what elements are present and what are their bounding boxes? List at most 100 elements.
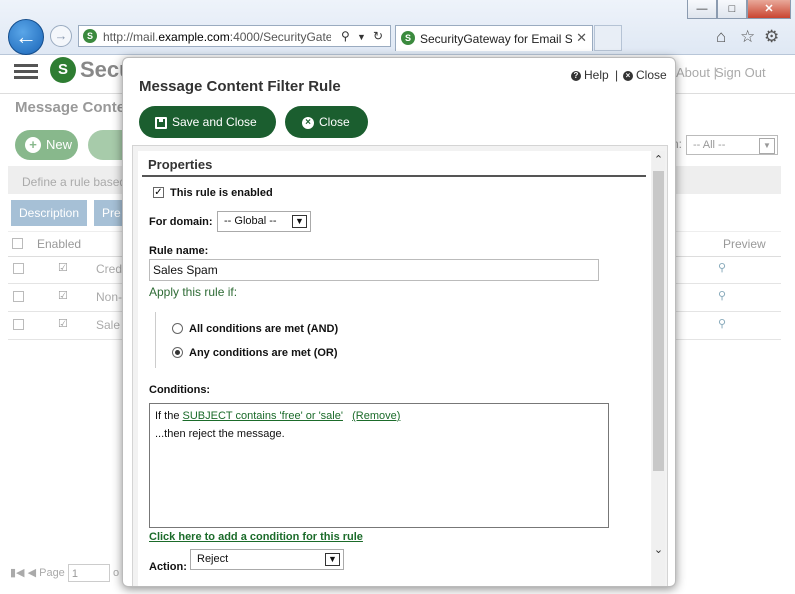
link-separator: | xyxy=(615,68,619,82)
help-label: Help xyxy=(584,68,609,82)
page-label: Page xyxy=(39,566,65,579)
brand-logo-icon: S xyxy=(50,57,76,83)
action-select[interactable]: Reject ▼ xyxy=(190,549,344,570)
info-text: Define a rule based xyxy=(22,175,127,189)
hamburger-menu-icon[interactable] xyxy=(14,61,38,82)
conditions-label: Conditions: xyxy=(149,384,211,396)
prev-page-icon[interactable]: ◀ xyxy=(28,567,36,579)
home-icon[interactable]: ⌂ xyxy=(716,27,726,47)
condition-prefix: If the xyxy=(155,410,183,422)
site-favicon-icon: S xyxy=(83,29,97,43)
condition-link[interactable]: SUBJECT contains 'free' or 'sale' xyxy=(183,410,343,422)
scroll-up-icon[interactable]: ⌃ xyxy=(652,153,665,167)
all-conditions-label: All conditions are met (AND) xyxy=(189,323,339,335)
chevron-down-icon: ▼ xyxy=(759,138,775,154)
preview-magnifier-icon[interactable]: ⚲ xyxy=(718,289,726,302)
save-and-close-label: Save and Close xyxy=(172,115,257,129)
condition-mode-group: All conditions are met (AND) Any conditi… xyxy=(155,312,646,368)
sign-out-link[interactable]: Sign Out xyxy=(715,65,766,80)
column-preview[interactable]: Preview xyxy=(723,237,766,251)
section-title: Properties xyxy=(148,157,213,172)
domain-label: For domain: xyxy=(149,216,213,228)
minimize-button[interactable]: — xyxy=(687,0,717,19)
apply-rule-label: Apply this rule if: xyxy=(149,285,238,299)
maximize-button[interactable]: □ xyxy=(717,0,747,19)
filter-rule-dialog: Message Content Filter Rule ? Help | × Clo… xyxy=(122,57,676,587)
refresh-icon[interactable]: ↻ xyxy=(373,29,383,43)
save-and-close-button[interactable]: Save and Close xyxy=(139,106,276,138)
close-link[interactable]: × Close xyxy=(623,68,667,82)
new-button-label: New xyxy=(46,137,73,152)
arrow-left-icon: ← xyxy=(15,24,37,49)
rule-name: Non- xyxy=(96,290,123,304)
close-link-label: Close xyxy=(636,68,667,82)
address-bar[interactable]: S http://mail.example.com:4000/SecurityG… xyxy=(78,25,391,47)
scrollbar[interactable]: ⌃ ⌄ xyxy=(652,151,665,586)
save-disk-icon xyxy=(155,116,167,129)
url-rest: :4000/SecurityGatew xyxy=(229,30,331,44)
row-checkbox[interactable] xyxy=(13,291,24,302)
enabled-check-icon: ☑ xyxy=(58,262,68,274)
url-prefix: http://mail. xyxy=(103,30,159,44)
section-divider xyxy=(142,175,646,177)
browser-chrome: — □ ✕ ← → S http://mail.example.com:4000… xyxy=(0,0,795,55)
search-icon[interactable]: ⚲ xyxy=(341,29,350,43)
page-of-label: o xyxy=(112,566,120,579)
any-conditions-label: Any conditions are met (OR) xyxy=(189,347,338,359)
radio-any-conditions[interactable] xyxy=(172,347,183,358)
condition-line: If the SUBJECT contains 'free' or 'sale'… xyxy=(155,410,400,422)
domain-value: -- Global -- xyxy=(224,215,277,227)
rule-name-input[interactable]: Sales Spam xyxy=(149,259,599,281)
settings-gear-icon[interactable]: ⚙ xyxy=(764,27,779,47)
browser-tab[interactable]: S SecurityGateway for Email S... ✕ xyxy=(395,25,593,51)
page-title: Message Conte xyxy=(15,99,126,116)
tab-description[interactable]: Description xyxy=(11,200,88,226)
properties-pane: Properties ✓ This rule is enabled For do… xyxy=(138,151,651,586)
preview-magnifier-icon[interactable]: ⚲ xyxy=(718,317,726,330)
condition-then: ...then reject the message. xyxy=(155,428,285,440)
preview-magnifier-icon[interactable]: ⚲ xyxy=(718,261,726,274)
add-condition-link[interactable]: Click here to add a condition for this r… xyxy=(149,531,363,543)
tab-close-icon[interactable]: ✕ xyxy=(576,30,587,46)
back-button[interactable]: ← xyxy=(8,19,44,55)
chevron-down-icon: ▼ xyxy=(325,553,340,566)
rule-name-label: Rule name: xyxy=(149,245,209,257)
plus-icon: + xyxy=(25,137,41,153)
window-close-button[interactable]: ✕ xyxy=(747,0,791,19)
about-link[interactable]: About | xyxy=(676,65,717,80)
remove-condition-link[interactable]: (Remove) xyxy=(352,410,400,422)
brand: S Secu xyxy=(50,57,133,83)
action-value: Reject xyxy=(197,553,229,565)
chevron-down-icon: ▼ xyxy=(292,215,307,228)
tab-favicon-icon: S xyxy=(401,31,415,45)
first-page-icon[interactable]: ▮◀ xyxy=(10,567,25,579)
enabled-check-icon: ☑ xyxy=(58,290,68,302)
rule-name: Sale xyxy=(96,318,121,332)
pager: ▮◀ ◀ Page 1 o xyxy=(10,564,119,582)
help-icon: ? xyxy=(571,70,581,81)
filter-select[interactable]: -- All -- ▼ xyxy=(686,135,778,155)
close-button[interactable]: × Close xyxy=(285,106,368,138)
url-text[interactable]: http://mail.example.com:4000/SecurityGat… xyxy=(103,30,331,44)
domain-select[interactable]: -- Global -- ▼ xyxy=(217,211,311,232)
forward-button[interactable]: → xyxy=(50,25,72,47)
url-host: example.com xyxy=(158,30,230,44)
new-button[interactable]: + New xyxy=(15,130,78,160)
row-checkbox[interactable] xyxy=(13,319,24,330)
radio-all-conditions[interactable] xyxy=(172,323,183,334)
enabled-checkbox[interactable]: ✓ xyxy=(153,187,164,198)
conditions-box: If the SUBJECT contains 'free' or 'sale'… xyxy=(149,403,609,528)
row-checkbox[interactable] xyxy=(13,263,24,274)
new-tab-button[interactable] xyxy=(594,25,622,51)
select-all-checkbox[interactable] xyxy=(12,238,23,249)
column-enabled[interactable]: Enabled xyxy=(37,237,81,251)
scroll-down-icon[interactable]: ⌄ xyxy=(652,543,665,557)
close-circle-icon: × xyxy=(302,116,314,129)
help-link[interactable]: ? Help xyxy=(571,68,609,82)
page-input[interactable]: 1 xyxy=(67,564,110,582)
favorites-star-icon[interactable]: ☆ xyxy=(740,27,755,47)
scroll-thumb[interactable] xyxy=(653,171,664,471)
close-button-label: Close xyxy=(319,115,350,129)
enabled-label: This rule is enabled xyxy=(170,187,273,199)
dropdown-arrow-icon[interactable]: ▼ xyxy=(357,32,366,42)
